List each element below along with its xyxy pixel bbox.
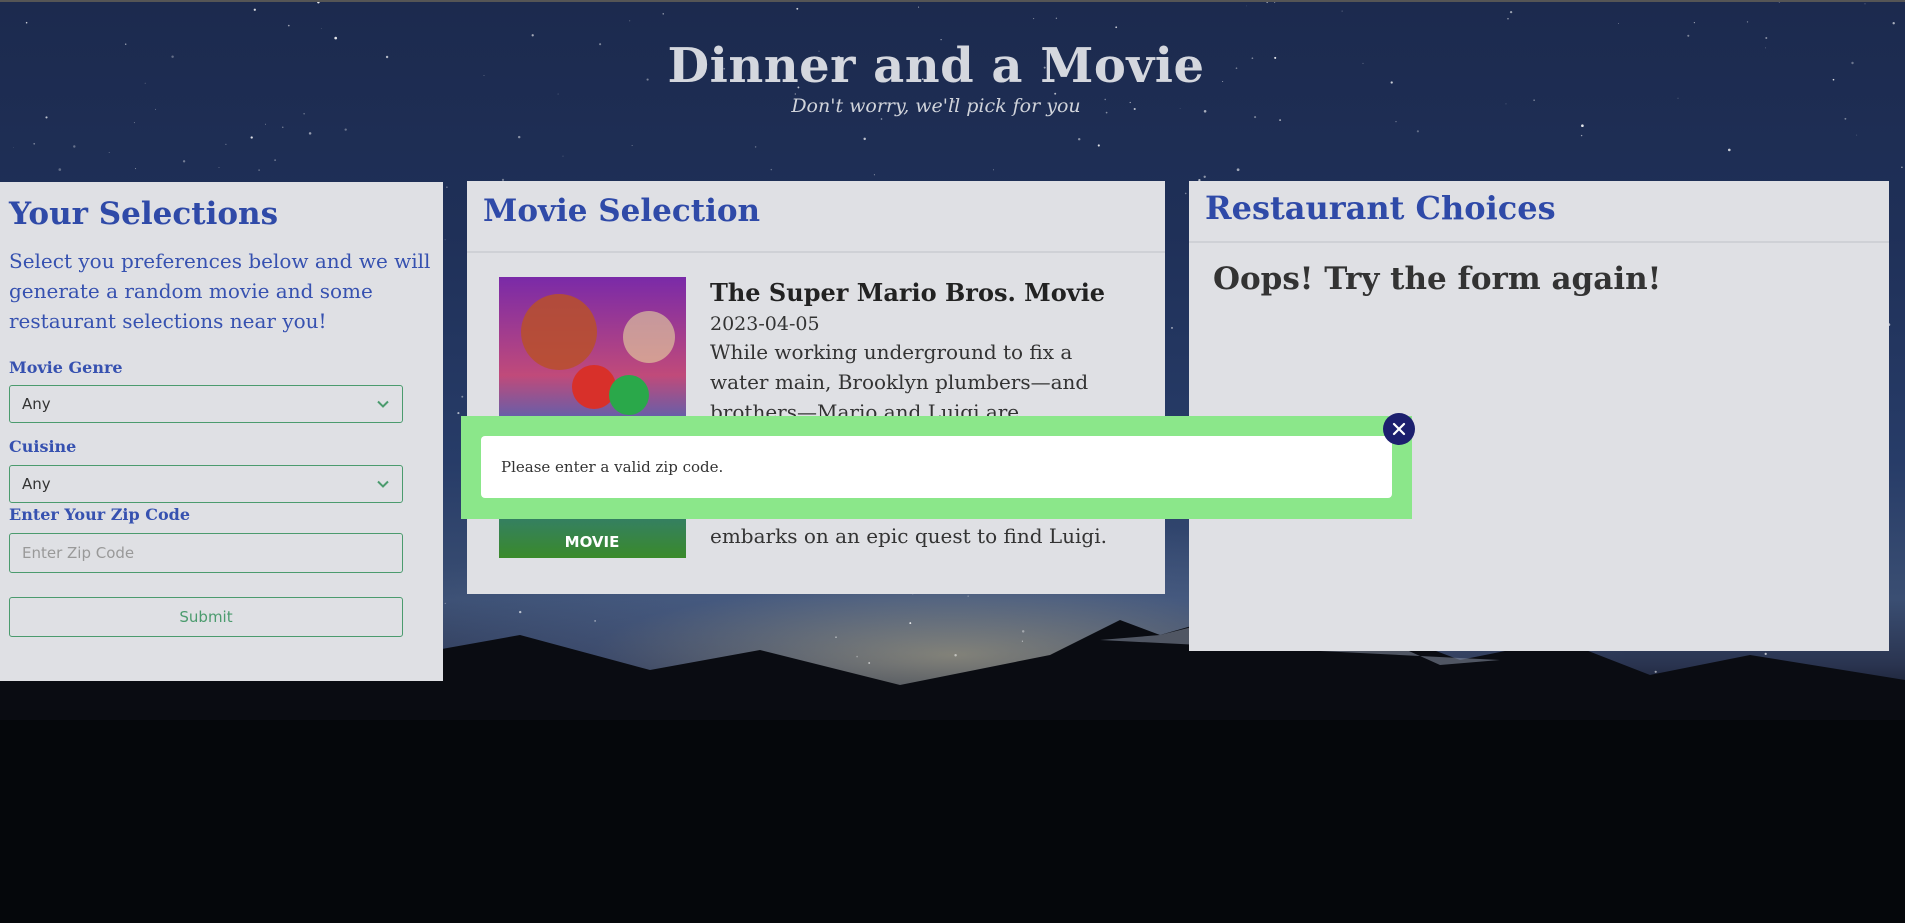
chevron-down-icon: [377, 480, 389, 488]
movie-info: The Super Mario Bros. Movie 2023-04-05 W…: [710, 278, 1110, 427]
chevron-down-icon: [377, 400, 389, 408]
genre-select[interactable]: Any: [9, 385, 403, 423]
alert-modal: Please enter a valid zip code.: [461, 416, 1412, 519]
zip-label: Enter Your Zip Code: [9, 505, 191, 524]
site-title: Dinner and a Movie: [667, 38, 1205, 94]
selections-panel: Your Selections Select you preferences b…: [0, 182, 443, 681]
top-border: [0, 0, 1905, 2]
genre-label: Movie Genre: [9, 358, 123, 377]
movie-title: The Super Mario Bros. Movie: [710, 278, 1106, 307]
restaurants-error-message: Oops! Try the form again!: [1213, 261, 1662, 297]
cuisine-label: Cuisine: [9, 437, 77, 456]
modal-close-button[interactable]: [1383, 413, 1415, 445]
movie-panel: Movie Selection MOVIE The Super Mario Br…: [467, 181, 1165, 594]
movie-overview: While working underground to fix a water…: [710, 340, 1089, 424]
restaurants-panel-title: Restaurant Choices: [1205, 189, 1556, 227]
alert-modal-body: Please enter a valid zip code.: [481, 436, 1392, 498]
zip-input[interactable]: [9, 533, 403, 573]
selections-title: Your Selections: [9, 196, 279, 232]
submit-button[interactable]: Submit: [9, 597, 403, 637]
site-header: Dinner and a Movie Don't worry, we'll pi…: [0, 40, 1872, 117]
movie-overview-end: embarks on an epic quest to find Luigi.: [710, 524, 1107, 548]
movie-panel-title: Movie Selection: [483, 193, 761, 229]
poster-caption: MOVIE: [565, 533, 620, 551]
selections-intro: Select you preferences below and we will…: [9, 249, 431, 333]
movie-panel-header: Movie Selection: [467, 181, 1165, 253]
cuisine-select[interactable]: Any: [9, 465, 403, 503]
close-icon: [1392, 422, 1406, 436]
alert-message: Please enter a valid zip code.: [501, 458, 724, 476]
movie-release-date: 2023-04-05: [710, 313, 820, 335]
restaurants-panel-header: Restaurant Choices: [1189, 181, 1889, 243]
genre-select-value: Any: [22, 395, 51, 413]
site-subtitle: Don't worry, we'll pick for you: [791, 94, 1081, 117]
cuisine-select-value: Any: [22, 475, 51, 493]
